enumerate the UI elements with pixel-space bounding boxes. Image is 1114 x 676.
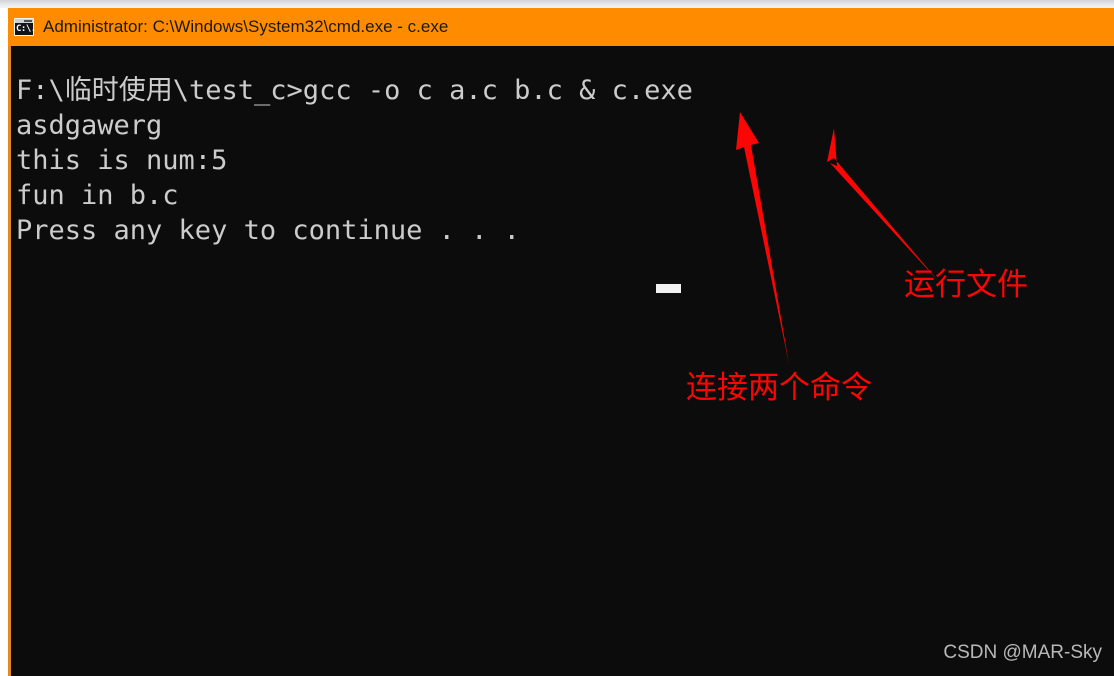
watermark-text: CSDN @MAR-Sky	[943, 642, 1102, 663]
desktop-background-strip	[0, 0, 1114, 8]
window-title-text: Administrator: C:\Windows\System32\cmd.e…	[43, 17, 449, 36]
screenshot-root: C:\. Administrator: C:\Windows\System32\…	[0, 0, 1114, 676]
console-cursor	[656, 284, 681, 293]
console-output-area[interactable]: F:\临时使用\test_c>gcc -o c a.c b.c & c.exe …	[8, 46, 1114, 676]
cmd-window: C:\. Administrator: C:\Windows\System32\…	[8, 8, 1114, 676]
annotation-arrow-chain-commands	[736, 112, 789, 364]
cmd-console-icon: C:\.	[14, 18, 36, 36]
console-text: F:\临时使用\test_c>gcc -o c a.c b.c & c.exe …	[16, 75, 693, 246]
annotation-label-run-file: 运行文件	[904, 267, 1028, 302]
window-titlebar[interactable]: C:\. Administrator: C:\Windows\System32\…	[8, 8, 1114, 46]
annotation-arrow-run-file	[827, 128, 939, 282]
annotation-label-chain-commands: 连接两个命令	[686, 370, 872, 405]
cmd-icon-glyph: C:\.	[16, 24, 36, 34]
